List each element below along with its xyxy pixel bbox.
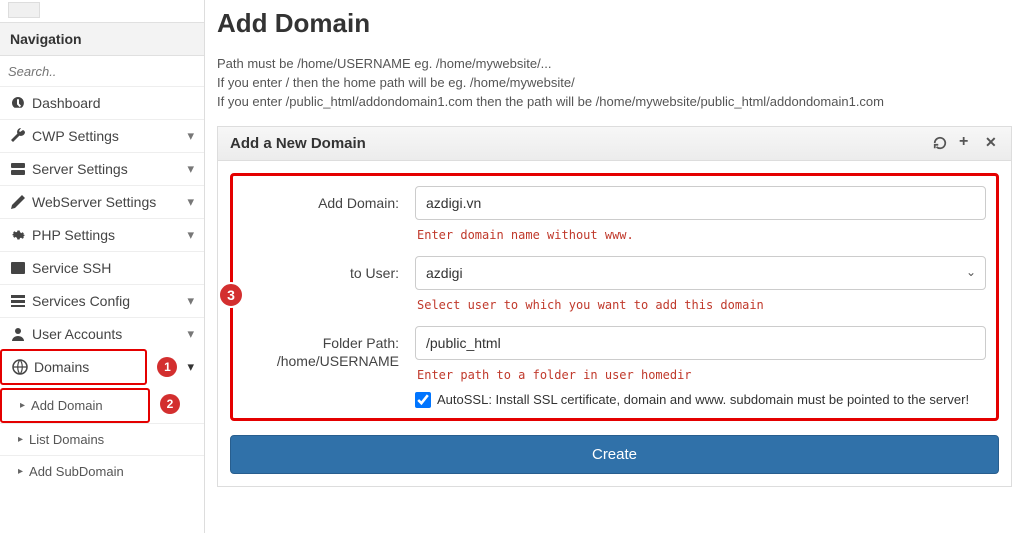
sidebar-item-label: CWP Settings	[32, 128, 187, 144]
list-icon	[10, 293, 26, 309]
chevron-down-icon: ▾	[187, 128, 194, 144]
caret-right-icon: ▸	[20, 400, 25, 411]
sidebar-item-domains[interactable]: Domains	[0, 349, 147, 385]
sidebar-item-label: Dashboard	[32, 95, 194, 111]
autossl-label: AutoSSL: Install SSL certificate, domain…	[437, 392, 969, 407]
autossl-row[interactable]: AutoSSL: Install SSL certificate, domain…	[415, 388, 986, 408]
to-user-select[interactable]: azdigi	[415, 256, 986, 290]
chevron-down-icon: ▾	[187, 326, 194, 342]
folder-path-input[interactable]	[415, 326, 986, 360]
sidebar-item-webserver-settings[interactable]: WebServer Settings ▾	[0, 185, 204, 218]
callout-badge-2: 2	[160, 394, 180, 414]
callout-badge-3: 3	[218, 282, 244, 308]
sidebar-item-label: PHP Settings	[32, 227, 187, 243]
hint-text: If you enter / then the home path will b…	[217, 74, 1012, 93]
refresh-icon[interactable]	[933, 136, 947, 150]
chevron-down-icon: ▾	[187, 293, 194, 309]
add-domain-input[interactable]	[415, 186, 986, 220]
plus-icon[interactable]: +	[959, 136, 973, 150]
close-icon[interactable]: ✕	[985, 136, 999, 150]
folder-path-help: Enter path to a folder in user homedir	[415, 360, 986, 388]
user-icon	[10, 326, 26, 342]
chevron-down-icon: ▾	[187, 227, 194, 243]
add-domain-label: Add Domain:	[243, 186, 415, 212]
gauge-icon	[10, 95, 26, 111]
sidebar-item-services-config[interactable]: Services Config ▾	[0, 284, 204, 317]
add-domain-help: Enter domain name without www.	[415, 220, 986, 248]
form-area: 3 Add Domain: Enter domain name without …	[230, 173, 999, 421]
pencil-icon	[10, 194, 26, 210]
sidebar-item-label: Add SubDomain	[29, 464, 194, 479]
add-domain-panel: Add a New Domain + ✕ 3 Add Domain: Enter…	[217, 126, 1012, 487]
sidebar-item-label: WebServer Settings	[32, 194, 187, 210]
to-user-help: Select user to which you want to add thi…	[415, 290, 986, 318]
hint-text: If you enter /public_html/addondomain1.c…	[217, 93, 1012, 112]
folder-path-label: Folder Path: /home/USERNAME	[243, 326, 415, 370]
sidebar-item-service-ssh[interactable]: Service SSH	[0, 251, 204, 284]
globe-icon	[12, 359, 28, 375]
terminal-icon	[10, 260, 26, 276]
sidebar-item-dashboard[interactable]: Dashboard	[0, 86, 204, 119]
sidebar-toggle[interactable]	[8, 2, 40, 18]
chevron-down-icon: ▾	[187, 161, 194, 177]
sidebar-item-label: Services Config	[32, 293, 187, 309]
sidebar-item-label: User Accounts	[32, 326, 187, 342]
page-title: Add Domain	[217, 0, 1012, 55]
gear-icon	[10, 227, 26, 243]
to-user-label: to User:	[243, 256, 415, 282]
sidebar-item-user-accounts[interactable]: User Accounts ▾	[0, 317, 204, 350]
search-input[interactable]	[0, 56, 204, 86]
autossl-checkbox[interactable]	[415, 392, 431, 408]
sidebar-item-php-settings[interactable]: PHP Settings ▾	[0, 218, 204, 251]
hint-text: Path must be /home/USERNAME eg. /home/my…	[217, 55, 1012, 74]
chevron-down-icon: ▾	[177, 359, 204, 375]
sidebar-item-cwp-settings[interactable]: CWP Settings ▾	[0, 119, 204, 152]
wrench-icon	[10, 128, 26, 144]
chevron-down-icon: ▾	[187, 194, 194, 210]
main-content: Add Domain Path must be /home/USERNAME e…	[205, 0, 1024, 533]
sidebar-subitem-list-domains[interactable]: ▸ List Domains	[0, 423, 204, 455]
caret-right-icon: ▸	[18, 434, 23, 445]
sidebar: Navigation Dashboard CWP Settings ▾ Serv…	[0, 0, 205, 533]
caret-right-icon: ▸	[18, 466, 23, 477]
sidebar-item-label: Server Settings	[32, 161, 187, 177]
sidebar-subitem-add-subdomain[interactable]: ▸ Add SubDomain	[0, 455, 204, 487]
sidebar-item-label: Service SSH	[32, 260, 194, 276]
sidebar-item-server-settings[interactable]: Server Settings ▾	[0, 152, 204, 185]
nav-title: Navigation	[0, 22, 204, 56]
sidebar-item-label: Add Domain	[31, 398, 138, 413]
sidebar-item-label: List Domains	[29, 432, 194, 447]
server-icon	[10, 161, 26, 177]
sidebar-item-label: Domains	[34, 359, 135, 375]
callout-badge-1: 1	[157, 357, 177, 377]
panel-title: Add a New Domain	[230, 135, 921, 152]
create-button[interactable]: Create	[230, 435, 999, 474]
sidebar-subitem-add-domain[interactable]: ▸ Add Domain	[0, 388, 150, 423]
